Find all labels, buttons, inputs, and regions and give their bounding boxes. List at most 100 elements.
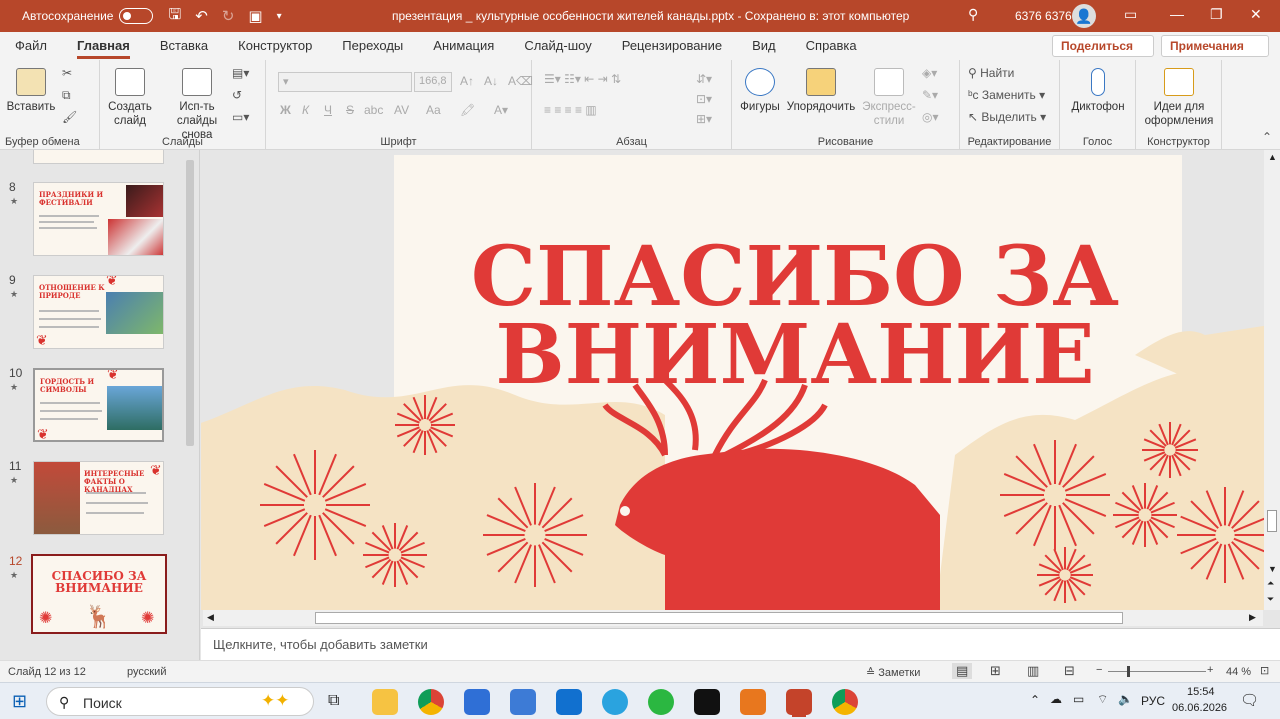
zoom-slider[interactable] (1108, 666, 1206, 677)
tab-animations[interactable]: Анимация (418, 32, 509, 60)
close-icon[interactable]: ✕ (1250, 6, 1262, 23)
slide-thumbnail-9[interactable]: ❦ ОТНОШЕНИЕ К ПРИРОДЕ ❦ (33, 275, 164, 349)
minimize-icon[interactable]: — (1170, 6, 1184, 22)
smartart-icon[interactable]: ⊞▾ (696, 112, 712, 126)
new-slide-button[interactable]: Создать слайд (106, 68, 154, 128)
chrome-icon[interactable] (418, 689, 444, 715)
shape-fill-icon[interactable]: ◈▾ (922, 66, 937, 80)
select-button[interactable]: ↖ Выделить ▾ (968, 110, 1046, 124)
redo-icon[interactable]: ↻ (222, 7, 235, 25)
layout-icon[interactable]: ▤▾ (232, 66, 249, 80)
find-button[interactable]: ⚲ Найти (968, 66, 1014, 80)
store-icon[interactable] (464, 689, 490, 715)
strike-button[interactable]: S (346, 103, 354, 117)
input-language[interactable]: РУС (1141, 694, 1165, 708)
clock-date[interactable]: 06.06.2026 (1172, 702, 1227, 714)
bold-button[interactable]: Ж (280, 103, 291, 117)
slide-thumbnail-10[interactable]: ❦ ГОРДОСТЬ И СИМВОЛЫ ❦ (33, 368, 164, 442)
scroll-thumb[interactable] (315, 612, 1123, 624)
normal-view-icon[interactable]: ▤ (952, 663, 973, 679)
sublime-icon[interactable] (740, 689, 766, 715)
file-explorer-icon[interactable] (372, 689, 398, 715)
shape-outline-icon[interactable]: ✎▾ (922, 88, 938, 102)
tab-transitions[interactable]: Переходы (327, 32, 418, 60)
bullets-icon[interactable]: ☰▾ ☷▾ ⇤ ⇥ ⇅ (544, 72, 621, 86)
share-button[interactable]: Поделиться (1052, 35, 1154, 57)
outlook-icon[interactable] (556, 689, 582, 715)
slide-horizontal-scrollbar[interactable]: ◀ ▶ (203, 610, 1263, 626)
tray-overflow-icon[interactable]: ⌃ (1030, 693, 1040, 707)
clock-time[interactable]: 15:54 (1187, 686, 1215, 698)
slide-thumbnail-8[interactable]: ПРАЗДНИКИ И ФЕСТИВАЛИ (33, 182, 164, 256)
reading-view-icon[interactable]: ▥ (1027, 663, 1039, 679)
language-indicator[interactable]: русский (127, 666, 166, 678)
align-text-icon[interactable]: ⊡▾ (696, 92, 712, 106)
windows-start-icon[interactable]: ⊞ (12, 691, 27, 712)
italic-button[interactable]: К (302, 103, 309, 117)
slide-thumbnail-7[interactable] (33, 150, 164, 164)
align-icons[interactable]: ≡ ≡ ≡ ≡ ▥ (544, 103, 597, 117)
tab-design[interactable]: Конструктор (223, 32, 327, 60)
scroll-down-icon[interactable]: ▼ (1268, 564, 1277, 574)
volume-icon[interactable]: 🔈 (1118, 692, 1133, 706)
quick-styles-button[interactable]: Экспресс-стили (860, 68, 918, 128)
section-icon[interactable]: ▭▾ (232, 110, 249, 124)
shapes-button[interactable]: Фигуры (738, 68, 782, 114)
customize-qat-icon[interactable]: ▾ (277, 11, 282, 22)
onedrive-icon[interactable]: ☁ (1050, 692, 1062, 706)
slide-vertical-scrollbar[interactable]: ▲ ▼ ⏶ ⏷ (1264, 150, 1280, 610)
slideshow-view-icon[interactable]: ⊟ (1064, 663, 1075, 679)
scroll-up-icon[interactable]: ▲ (1268, 152, 1277, 162)
chrome-profile-icon[interactable] (832, 689, 858, 715)
clear-format-icon[interactable]: A⌫ (508, 74, 533, 88)
slide-thumbnail-12[interactable]: СПАСИБО ЗА ВНИМАНИЕ 🦌 ✺ ✺ (31, 554, 167, 634)
tab-help[interactable]: Справка (791, 32, 872, 60)
battery-icon[interactable]: ▭ (1073, 692, 1084, 706)
tab-home[interactable]: Главная (62, 32, 145, 60)
current-slide[interactable]: СПАСИБО ЗА ВНИМАНИЕ (201, 155, 1264, 610)
tab-insert[interactable]: Вставка (145, 32, 223, 60)
dictate-button[interactable]: Диктофон (1068, 68, 1128, 114)
scroll-thumb[interactable] (1267, 510, 1277, 532)
tab-view[interactable]: Вид (737, 32, 791, 60)
notifications-icon[interactable]: 🗨 (1240, 691, 1259, 709)
next-slide-icon[interactable]: ⏷ (1267, 594, 1274, 605)
tab-slideshow[interactable]: Слайд-шоу (509, 32, 606, 60)
replace-button[interactable]: ᵇc Заменить ▾ (968, 88, 1045, 102)
reset-icon[interactable]: ↺ (232, 88, 242, 102)
tab-file[interactable]: Файл (0, 32, 62, 60)
scroll-right-icon[interactable]: ▶ (1249, 612, 1256, 623)
font-color-icon[interactable]: A▾ (494, 103, 508, 117)
network-icon[interactable]: ⌔ (1097, 692, 1108, 707)
arrange-button[interactable]: Упорядочить (786, 68, 856, 114)
app-icon[interactable] (694, 689, 720, 715)
spacing-button[interactable]: AV (394, 103, 409, 117)
shrink-font-icon[interactable]: A↓ (484, 74, 498, 88)
prev-slide-icon[interactable]: ⏶ (1267, 578, 1274, 589)
scroll-left-icon[interactable]: ◀ (207, 612, 214, 623)
text-direction-icon[interactable]: ⇵▾ (696, 72, 712, 86)
shadow-button[interactable]: abc (364, 103, 383, 117)
case-button[interactable]: Aa (426, 103, 441, 117)
present-icon[interactable]: ▣ (248, 7, 262, 25)
sorter-view-icon[interactable]: ⊞ (990, 663, 1001, 679)
comments-button[interactable]: Примечания (1161, 35, 1269, 57)
scroll-thumb[interactable] (186, 160, 194, 446)
format-painter-icon[interactable]: 🖌 (62, 110, 77, 124)
notes-toggle[interactable]: ≙ Заметки (866, 666, 920, 679)
zoom-in-icon[interactable]: + (1207, 664, 1213, 676)
avatar[interactable]: 👤 (1072, 4, 1096, 28)
font-name-input[interactable]: ▾ (278, 72, 412, 92)
ribbon-display-icon[interactable]: ▭ (1124, 6, 1137, 23)
font-size-input[interactable]: 166,8 (414, 72, 452, 92)
maximize-icon[interactable]: ❐ (1210, 6, 1223, 23)
slide-editor[interactable]: СПАСИБО ЗА ВНИМАНИЕ (201, 150, 1264, 610)
telegram-icon[interactable] (602, 689, 628, 715)
taskbar-search[interactable]: ⚲ Поиск ✦✦ (46, 687, 314, 716)
collapse-ribbon-icon[interactable]: ⌃ (1262, 130, 1272, 144)
highlight-icon[interactable]: 🖍 (460, 103, 475, 117)
fit-slide-icon[interactable]: ⊡ (1260, 664, 1269, 677)
zoom-out-icon[interactable]: − (1096, 664, 1102, 676)
tab-review[interactable]: Рецензирование (607, 32, 737, 60)
slide-thumbnail-11[interactable]: ИНТЕРЕСНЫЕ ФАКТЫ О КАНАДЦАХ ❦ (33, 461, 164, 535)
